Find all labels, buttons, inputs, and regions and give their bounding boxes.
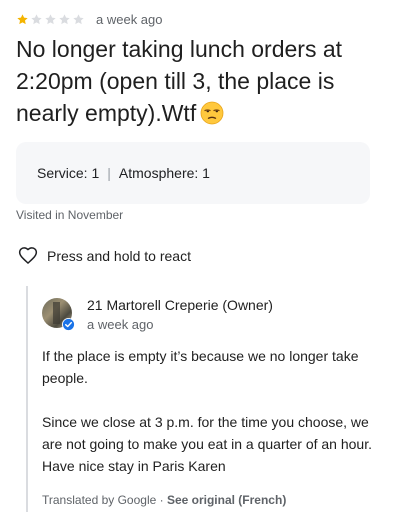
attribute-divider: |	[107, 165, 111, 181]
react-label: Press and hold to react	[47, 248, 191, 264]
review-card: a week ago No longer taking lunch orders…	[0, 0, 402, 512]
service-value: 1	[91, 165, 100, 181]
star-empty-icon	[30, 13, 43, 26]
star-rating	[16, 13, 86, 26]
owner-response-age: a week ago	[87, 317, 154, 332]
star-empty-icon	[72, 13, 85, 26]
star-filled-icon	[16, 13, 29, 26]
service-label: Service:	[37, 165, 88, 181]
review-text: No longer taking lunch orders at 2:20pm …	[16, 33, 396, 129]
verified-badge-icon	[62, 318, 75, 331]
atmosphere-label: Atmosphere:	[118, 165, 199, 181]
react-button[interactable]: Press and hold to react	[18, 245, 191, 267]
owner-response: 21 Martorell Creperie (Owner) a week ago…	[26, 286, 402, 512]
see-original-link[interactable]: See original (French)	[167, 493, 286, 507]
owner-paragraph-1: If the place is empty it’s because we no…	[42, 348, 359, 386]
review-meta: a week ago	[16, 10, 163, 28]
owner-avatar[interactable]	[42, 298, 75, 331]
visited-date: Visited in November	[16, 208, 124, 222]
heart-icon	[18, 246, 38, 266]
star-empty-icon	[58, 13, 71, 26]
owner-name[interactable]: 21 Martorell Creperie (Owner)	[87, 297, 273, 313]
review-attributes: Service: 1 | Atmosphere: 1	[16, 142, 370, 204]
review-body: No longer taking lunch orders at 2:20pm …	[16, 36, 343, 126]
translated-by-label: Translated by Google ·	[42, 493, 167, 507]
owner-paragraph-2: Since we close at 3 p.m. for the time yo…	[42, 414, 372, 474]
atmosphere-value: 1	[202, 165, 210, 181]
owner-response-text: If the place is empty it’s because we no…	[42, 345, 392, 477]
unamused-face-icon	[200, 101, 224, 125]
star-empty-icon	[44, 13, 57, 26]
translation-note: Translated by Google · See original (Fre…	[42, 493, 286, 507]
review-age: a week ago	[96, 11, 163, 27]
